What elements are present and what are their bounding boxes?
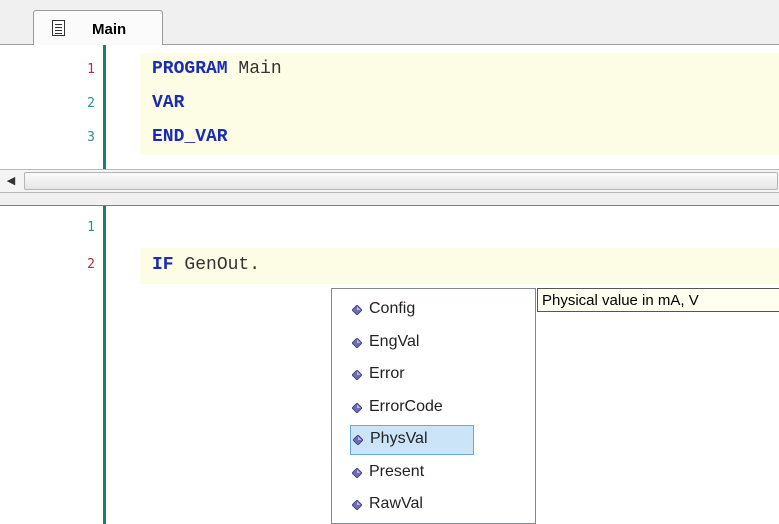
keyword: VAR xyxy=(152,93,185,113)
member-icon xyxy=(352,337,362,348)
completion-item-label: EngVal xyxy=(369,332,420,350)
completion-item-label: RawVal xyxy=(369,495,423,512)
scroll-left-icon[interactable]: ◀ xyxy=(2,172,20,190)
completion-item-label: Config xyxy=(369,300,416,317)
member-icon xyxy=(352,402,362,413)
gutter-divider xyxy=(103,206,106,524)
completion-item-label: Error xyxy=(369,365,405,382)
line-number: 1 xyxy=(87,62,95,77)
completion-item-label: ErrorCode xyxy=(369,397,443,415)
identifier: GenOut. xyxy=(173,255,261,275)
line-number: 2 xyxy=(87,257,95,272)
code-line[interactable]: END_VAR xyxy=(152,127,228,147)
member-icon xyxy=(352,500,362,510)
completion-item-label: PhysVal xyxy=(370,430,428,447)
code-line[interactable]: VAR xyxy=(152,93,184,113)
code-line[interactable]: PROGRAM Main xyxy=(152,59,282,79)
member-icon xyxy=(352,467,362,478)
code-line-highlight xyxy=(140,87,779,121)
line-number: 1 xyxy=(87,220,95,235)
tab-main[interactable]: Main xyxy=(33,10,163,45)
horizontal-scrollbar[interactable]: ◀ xyxy=(0,169,779,193)
scrollbar-thumb[interactable] xyxy=(24,172,778,190)
member-tooltip: Physical value in mA, V xyxy=(537,288,779,312)
keyword: PROGRAM xyxy=(152,59,228,79)
declaration-editor[interactable]: 1 2 3 PROGRAM Main VAR END_VAR xyxy=(0,45,779,169)
keyword: IF xyxy=(152,255,174,275)
code-line[interactable]: IF GenOut. xyxy=(152,255,260,275)
line-number: 3 xyxy=(87,130,95,145)
member-icon xyxy=(352,305,362,315)
document-icon xyxy=(52,20,65,36)
keyword: END_VAR xyxy=(152,127,228,147)
tab-label: Main xyxy=(92,21,127,38)
member-icon xyxy=(353,435,363,445)
autocomplete-list[interactable]: Config EngVal Error ErrorCode PhysVal Present… xyxy=(331,288,536,524)
member-icon xyxy=(352,370,362,380)
completion-item[interactable]: PhysVal xyxy=(350,425,474,455)
completion-item-label: Present xyxy=(369,462,425,480)
pane-splitter[interactable] xyxy=(0,193,779,207)
line-number: 2 xyxy=(87,96,95,111)
gutter-divider xyxy=(103,45,106,169)
editor-tab-strip: Main xyxy=(0,0,779,45)
identifier: Main xyxy=(227,59,282,79)
code-line-highlight xyxy=(140,121,779,155)
